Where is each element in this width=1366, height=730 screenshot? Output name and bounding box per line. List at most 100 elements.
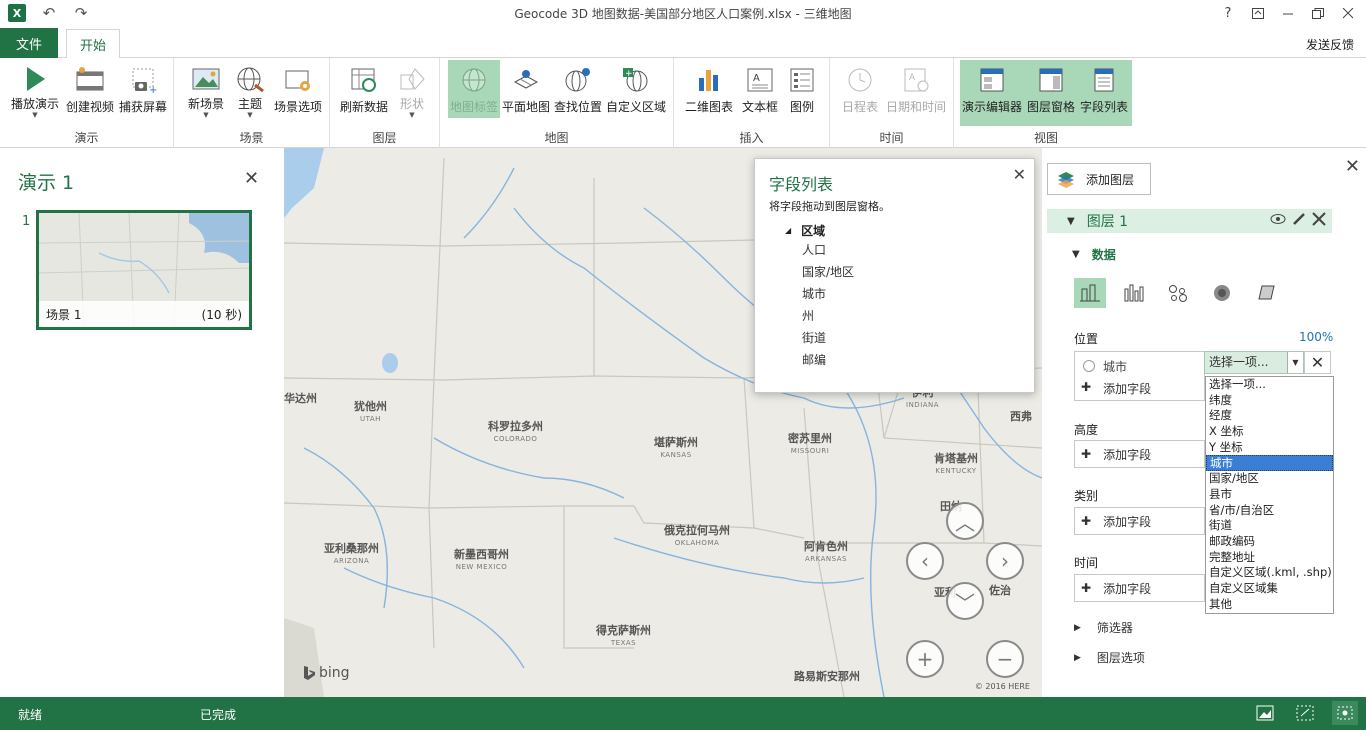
legend-button[interactable]: 图例 — [782, 60, 822, 118]
dropdown-option[interactable]: 自定义区域(.kml, .shp) — [1206, 565, 1333, 581]
dropdown-option-selected[interactable]: 城市 — [1206, 455, 1333, 472]
tilt-down-button[interactable]: ﹀ — [946, 582, 984, 620]
custom-regions-button[interactable]: + 自定义区域 — [604, 60, 668, 118]
close-field-list-icon[interactable]: ✕ — [1013, 165, 1026, 184]
field-list-title: 字段列表 — [769, 175, 834, 194]
dropdown-option[interactable]: X 坐标 — [1206, 424, 1333, 440]
dropdown-option[interactable]: 县市 — [1206, 487, 1333, 503]
zoom-out-button[interactable]: − — [986, 640, 1024, 678]
group-label-scene: 场景 — [239, 131, 264, 145]
chevron-down-icon[interactable]: ▼ — [1287, 352, 1303, 373]
dropdown-option[interactable]: 省/市/自治区 — [1206, 503, 1333, 519]
delete-layer-icon[interactable] — [1312, 212, 1326, 230]
dropdown-option[interactable]: Y 坐标 — [1206, 440, 1333, 456]
layer-header[interactable]: ▼ 图层 1 — [1047, 209, 1332, 233]
bubble-icon[interactable] — [1162, 278, 1194, 308]
find-location-button[interactable]: 查找位置 — [552, 60, 604, 118]
region-icon[interactable] — [1250, 278, 1282, 308]
calendar-clock-icon: A — [899, 64, 933, 96]
field-item-population[interactable]: 人口 — [785, 239, 854, 261]
dropdown-option[interactable]: 邮政编码 — [1206, 534, 1333, 550]
create-video-button[interactable]: 创建视频 — [62, 60, 118, 118]
zoom-in-button[interactable]: + — [906, 640, 944, 678]
help-button[interactable]: ? — [1216, 2, 1240, 24]
2d-chart-button[interactable]: 二维图表 — [682, 60, 736, 118]
field-group-region[interactable]: ◢ 区域 — [785, 221, 854, 239]
location-type-select[interactable]: 选择一项... ▼ — [1204, 351, 1304, 374]
scene-thumbnail[interactable]: 场景 1 (10 秒) — [36, 210, 252, 330]
time-add-field[interactable]: ✚ 添加字段 — [1074, 574, 1205, 602]
tilt-up-button[interactable]: ︿ — [946, 502, 984, 540]
dropdown-option[interactable]: 完整地址 — [1206, 550, 1333, 566]
pencil-icon[interactable] — [1292, 212, 1306, 230]
tab-home[interactable]: 开始 — [66, 29, 120, 59]
rotate-left-button[interactable]: ‹ — [906, 542, 944, 580]
send-feedback-link[interactable]: 发送反馈 — [1306, 36, 1354, 53]
location-radio[interactable] — [1083, 360, 1095, 372]
crop-view-icon[interactable] — [1292, 701, 1318, 725]
heatmap-icon[interactable] — [1206, 278, 1238, 308]
flat-map-button[interactable]: 平面地图 — [500, 60, 552, 118]
flat-map-icon — [509, 64, 543, 96]
dropdown-option[interactable]: 其他 — [1206, 597, 1333, 613]
add-layer-button[interactable]: 添加图层 — [1047, 163, 1151, 195]
text-box-button[interactable]: A 文本框 — [738, 60, 782, 118]
full-map-view-icon[interactable] — [1332, 701, 1358, 725]
layer-options-section[interactable]: ▶ 图层选项 — [1074, 649, 1145, 666]
close-icon[interactable] — [1336, 2, 1360, 24]
field-item-street[interactable]: 街道 — [785, 327, 854, 349]
minimize-icon[interactable] — [1276, 2, 1300, 24]
map-labels-button[interactable]: 地图标签 — [448, 60, 500, 118]
new-scene-button[interactable]: 新场景 ▼ — [182, 60, 230, 119]
field-item-country[interactable]: 国家/地区 — [785, 261, 854, 283]
shapes-button[interactable]: 形状 ▼ — [392, 60, 432, 119]
layer-pane-button[interactable]: 图层窗格 — [1024, 60, 1078, 118]
data-section-header[interactable]: ▼ 数据 — [1072, 246, 1116, 263]
tab-file[interactable]: 文件 — [0, 28, 58, 58]
bing-logo: bing — [302, 665, 350, 681]
location-add-field[interactable]: ✚ 添加字段 — [1081, 380, 1151, 397]
category-add-field[interactable]: ✚ 添加字段 — [1074, 507, 1205, 535]
refresh-data-button[interactable]: 刷新数据 — [338, 60, 390, 118]
map-label-utah: 犹他州 UTAH — [354, 400, 387, 423]
screen-view-icon[interactable] — [1252, 701, 1278, 725]
status-ready: 就绪 — [18, 708, 43, 722]
add-field-label: 添加字段 — [1103, 581, 1152, 596]
maximize-icon[interactable] — [1306, 2, 1330, 24]
field-item-zip[interactable]: 邮编 — [785, 349, 854, 371]
time-label: 时间 — [1074, 556, 1099, 570]
dropdown-option[interactable]: 国家/地区 — [1206, 471, 1333, 487]
dropdown-option[interactable]: 街道 — [1206, 518, 1333, 534]
play-tour-button[interactable]: 播放演示 ▼ — [8, 60, 62, 119]
filters-label: 筛选器 — [1096, 621, 1133, 635]
field-list-button[interactable]: 字段列表 — [1078, 60, 1130, 118]
ribbon-tabs: 文件 开始 发送反馈 — [0, 28, 1366, 59]
filters-section[interactable]: ▶ 筛选器 — [1074, 619, 1133, 636]
eye-icon[interactable] — [1270, 212, 1286, 230]
date-time-button[interactable]: A 日期和时间 — [884, 60, 948, 118]
scene-options-button[interactable]: 场景选项 — [270, 60, 326, 118]
dropdown-option[interactable]: 自定义区域集 — [1206, 581, 1333, 597]
restore-ribbon-icon[interactable] — [1246, 2, 1270, 24]
dropdown-option[interactable]: 纬度 — [1206, 393, 1333, 409]
field-item-city[interactable]: 城市 — [785, 283, 854, 305]
map-copyright: © 2016 HERE — [974, 682, 1030, 691]
dropdown-option[interactable]: 选择一项... — [1206, 377, 1333, 393]
rotate-right-button[interactable]: › — [986, 542, 1024, 580]
dropdown-option[interactable]: 经度 — [1206, 408, 1333, 424]
close-layer-panel-icon[interactable]: ✕ — [1345, 156, 1360, 177]
globe-brush-icon — [233, 64, 267, 93]
remove-location-field-icon[interactable]: ✕ — [1304, 351, 1331, 374]
timeline-button[interactable]: 日程表 — [838, 60, 882, 118]
scene-options-label: 场景选项 — [273, 100, 322, 114]
close-tour-panel-icon[interactable]: ✕ — [244, 168, 259, 189]
location-percent-link[interactable]: 100% — [1299, 330, 1333, 344]
themes-button[interactable]: 主题 ▼ — [230, 60, 270, 119]
height-add-field[interactable]: ✚ 添加字段 — [1074, 440, 1205, 468]
field-item-state[interactable]: 州 — [785, 305, 854, 327]
tour-editor-button[interactable]: 演示编辑器 — [960, 60, 1024, 118]
stacked-column-icon[interactable] — [1074, 278, 1106, 308]
refresh-data-label: 刷新数据 — [339, 100, 388, 114]
clustered-column-icon[interactable] — [1118, 278, 1150, 308]
capture-screen-button[interactable]: + 捕获屏幕 — [117, 60, 169, 118]
